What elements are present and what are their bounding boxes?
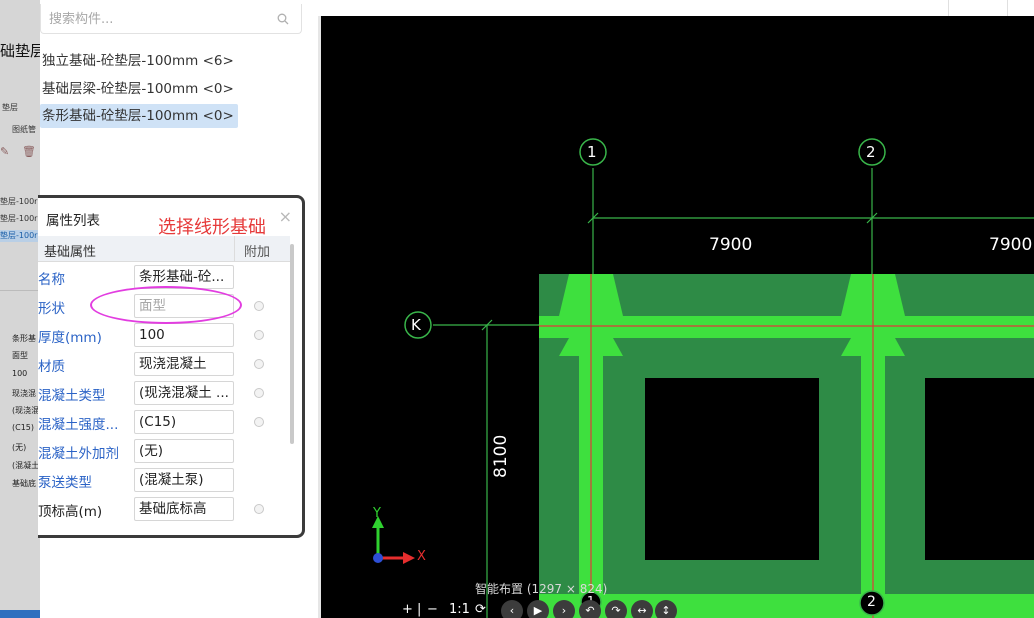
property-name: 泵送类型 [38,475,92,491]
back-prop: (混凝土 [12,461,40,470]
property-value[interactable]: 条形基础-砼... [134,265,234,289]
x-arrow-head [403,552,415,564]
prev-icon[interactable]: ‹ [501,600,523,618]
search-input[interactable] [49,10,269,28]
property-value[interactable]: (C15) [134,410,234,434]
properties-scrollbar[interactable] [290,244,294,444]
annotation-callout: 选择线形基础 [158,217,266,238]
back-prop: (现浇混 [12,406,40,415]
annotation-ellipse [90,286,242,324]
component-item-selected[interactable]: 条形基础-砼垫层-100mm <0> [40,104,238,128]
axis-label-2-bottom: 2 [867,594,876,610]
attach-radio[interactable] [254,301,264,311]
background-window: 础垫层 垫层 图纸管 ✎ 🗑 垫层-100r 垫层-100r 垫层-100r 条… [0,0,40,618]
view-size-label: 智能布置 (1297 × 824) [475,582,608,596]
back-window-title: 础垫层 [0,42,40,60]
property-name: 材质 [38,359,65,375]
properties-column-header: 基础属性 附加 [38,236,290,262]
view-controls: + | −1:1 ⟳ ‹ ▶ › ↶ ↷ ↔ ↕ [397,600,679,618]
properties-title: 属性列表 [46,213,100,229]
column-name-header: 基础属性 [44,245,97,260]
property-row[interactable]: 材质 现浇混凝土 [38,349,290,378]
actual-size-icon[interactable]: 1:1 [449,602,470,617]
x-axis-label: X [417,549,426,564]
refresh-icon[interactable]: ⟳ [475,602,486,617]
properties-panel: 属性列表 × 基础属性 附加 名称 条形基础-砼... 形状 面型 厚度(mm) 100 材… [38,195,305,538]
property-row[interactable]: 混凝土类型 (现浇混凝土 ... [38,378,290,407]
separator[interactable]: | [417,602,421,617]
property-name: 混凝土强度... [38,417,119,433]
property-value[interactable]: (现浇混凝土 ... [134,381,234,405]
attach-radio[interactable] [254,417,264,427]
back-prop: 基础底 [12,479,36,488]
zoom-in-icon[interactable]: + [402,602,413,617]
origin-dot [373,553,383,563]
component-item[interactable]: 基础层梁-砼垫层-100mm <0> [40,77,238,101]
property-name: 混凝土外加剂 [38,446,119,462]
attach-radio[interactable] [254,330,264,340]
column-extra-header: 附加 [244,245,271,260]
property-name: 混凝土类型 [38,388,106,404]
search-box[interactable] [40,4,302,34]
back-delete-icon: 🗑 [22,145,36,158]
back-prop: 面型 [12,351,28,360]
back-divider [0,290,40,291]
axis-label-2: 2 [866,143,876,161]
fit-height-icon[interactable]: ↕ [655,600,677,618]
strip-foundation-horizontal [539,316,1034,338]
dimension-8100: 8100 [491,434,511,478]
fit-width-icon[interactable]: ↔ [631,600,653,618]
property-value[interactable]: 基础底标高 [134,497,234,521]
next-icon[interactable]: › [553,600,575,618]
window-control-area [948,0,1008,16]
property-value[interactable]: (无) [134,439,234,463]
back-list-item: 垫层-100r [0,197,38,206]
drawing-svg [372,138,1034,618]
property-row[interactable]: 混凝土强度... (C15) [38,407,290,436]
back-prop: 条形基 [12,334,36,343]
y-axis-label: Y [373,506,381,521]
back-prop: 现浇混 [12,389,36,398]
property-name: 形状 [38,301,65,317]
play-icon[interactable]: ▶ [527,600,549,618]
property-name: 厚度(mm) [38,330,102,346]
close-icon[interactable]: × [279,207,292,226]
back-prop: (C15) [12,423,35,432]
property-row[interactable]: 泵送类型 (混凝土泵) [38,465,290,494]
property-value[interactable]: 现浇混凝土 [134,352,234,376]
opening-1 [645,378,819,560]
component-item[interactable]: 独立基础-砼垫层-100mm <6> [40,49,238,73]
back-prop: 100 [12,369,28,378]
dimension-7900-b: 7900 [989,235,1033,255]
undo-icon[interactable]: ↶ [579,600,601,618]
property-value[interactable]: (混凝土泵) [134,468,234,492]
property-row[interactable]: 混凝土外加剂 (无) [38,436,290,465]
back-prop: (无) [12,443,27,452]
property-row[interactable]: 厚度(mm) 100 [38,320,290,349]
axis-label-1: 1 [587,143,597,161]
column-separator [234,236,235,262]
zoom-out-icon[interactable]: − [427,602,438,617]
back-status-bar [0,610,40,618]
dimension-7900-a: 7900 [709,235,753,255]
axis-label-k: K [411,316,421,334]
back-edit-icon: ✎ [0,145,10,158]
redo-icon[interactable]: ↷ [605,600,627,618]
search-icon[interactable] [277,13,289,25]
back-tab-label: 垫层 [2,103,18,112]
back-list-item: 垫层-100r [0,230,40,242]
opening-2 [925,378,1034,560]
property-name: 顶标高(m) [38,504,103,520]
back-tab2-label: 图纸管 [12,125,36,134]
property-value[interactable]: 100 [134,323,234,347]
back-list-item: 垫层-100r [0,214,38,223]
property-name: 名称 [38,272,65,288]
attach-radio[interactable] [254,504,264,514]
property-row[interactable]: 顶标高(m) 基础底标高 [38,494,290,523]
attach-radio[interactable] [254,359,264,369]
attach-radio[interactable] [254,388,264,398]
drawing-canvas[interactable]: 1 2 K 7900 7900 8100 Y X 2 1 [321,16,1034,618]
app-root: 础垫层 垫层 图纸管 ✎ 🗑 垫层-100r 垫层-100r 垫层-100r 条… [0,0,1034,618]
